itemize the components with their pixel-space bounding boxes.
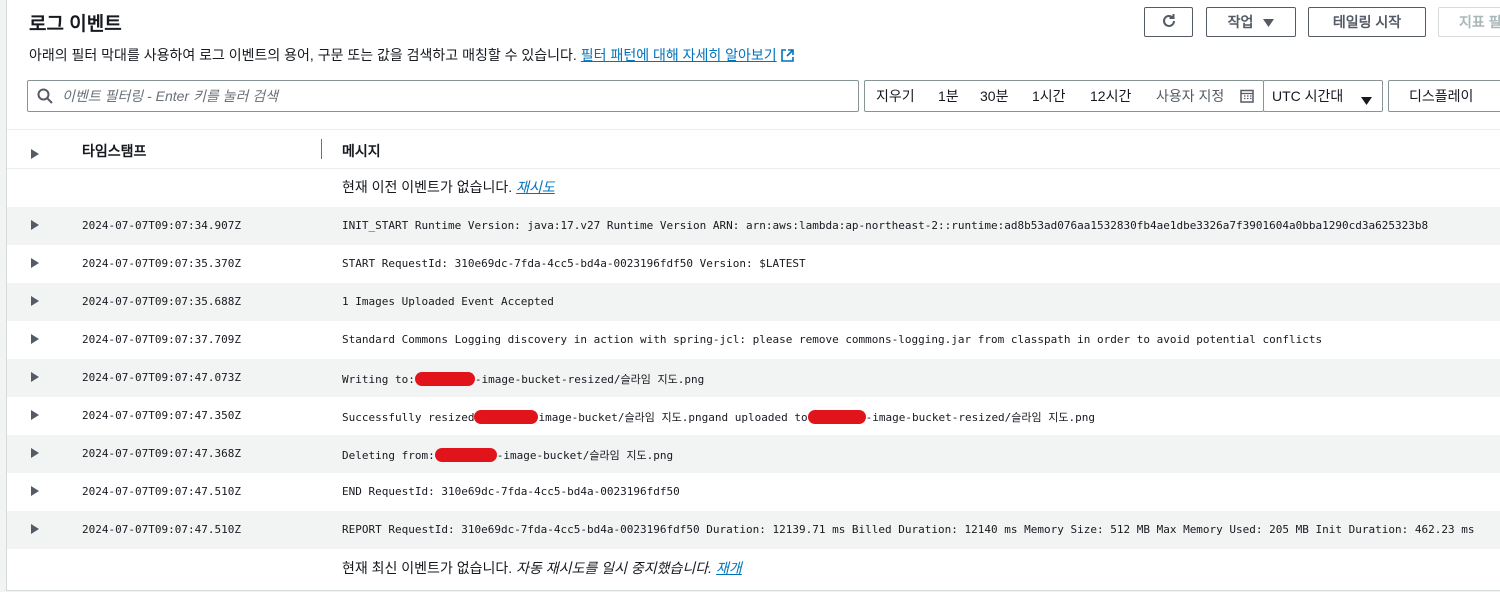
resume-link[interactable]: 재개 bbox=[716, 560, 742, 576]
no-older-events-notice: 현재 이전 이벤트가 없습니다. 재시도 bbox=[342, 177, 555, 197]
row-timestamp: 2024-07-07T09:07:37.709Z bbox=[82, 333, 241, 346]
caret-down-icon bbox=[1263, 14, 1275, 30]
message-part: -image-bucket/슬라임 지도.png bbox=[496, 449, 674, 462]
display-label: 디스플레이 bbox=[1409, 88, 1474, 104]
custom-range-button[interactable]: 사용자 지정 bbox=[1156, 86, 1224, 106]
expand-all-icon[interactable] bbox=[31, 146, 39, 164]
table-header: 타임스탬프 메시지 bbox=[7, 130, 1500, 169]
expand-row-icon[interactable] bbox=[31, 407, 39, 425]
table-row[interactable]: 2024-07-07T09:07:37.709Z Standard Common… bbox=[7, 321, 1500, 359]
row-message: START RequestId: 310e69dc-7fda-4cc5-bd4a… bbox=[342, 257, 806, 270]
table-row[interactable]: 2024-07-07T09:07:47.510Z REPORT RequestI… bbox=[7, 511, 1500, 549]
table-row[interactable]: 2024-07-07T09:07:47.073Z Writing to: -ima… bbox=[7, 359, 1500, 397]
timezone-value: UTC 시간대 bbox=[1272, 88, 1344, 104]
row-message: END RequestId: 310e69dc-7fda-4cc5-bd4a-0… bbox=[342, 485, 680, 498]
row-timestamp: 2024-07-07T09:07:35.688Z bbox=[82, 295, 241, 308]
expand-row-icon[interactable] bbox=[31, 483, 39, 501]
expand-row-icon[interactable] bbox=[31, 369, 39, 387]
message-part: -image-bucket-resized/슬라임 지도.png bbox=[474, 373, 705, 386]
redaction-mark bbox=[807, 410, 866, 424]
message-part: Writing to: bbox=[342, 373, 415, 386]
expand-row-icon[interactable] bbox=[31, 445, 39, 463]
message-part: Deleting from: bbox=[342, 449, 435, 462]
row-message: Deleting from: -image-bucket/슬라임 지도.png bbox=[342, 447, 673, 463]
expand-row-icon[interactable] bbox=[31, 331, 39, 349]
description-text: 아래의 필터 막대를 사용하여 로그 이벤트의 용어, 구문 또는 값을 검색하… bbox=[29, 47, 577, 63]
message-part: Successfully resized bbox=[342, 411, 475, 424]
table-row[interactable]: 2024-07-07T09:07:34.907Z INIT_START Runt… bbox=[7, 207, 1500, 245]
create-metric-filter-button[interactable]: 지표 필 bbox=[1438, 7, 1500, 37]
row-timestamp: 2024-07-07T09:07:35.370Z bbox=[82, 257, 241, 270]
row-message: Successfully resized image-bucket/슬라임 지도.… bbox=[342, 409, 1095, 425]
table-row[interactable]: 2024-07-07T09:07:47.368Z Deleting from: -… bbox=[7, 435, 1500, 473]
page-title: 로그 이벤트 bbox=[29, 14, 122, 35]
event-filter-input[interactable] bbox=[60, 87, 858, 105]
range-option-1m[interactable]: 1분 bbox=[938, 86, 959, 106]
table-row[interactable]: 2024-07-07T09:07:47.510Z END RequestId: … bbox=[7, 473, 1500, 511]
row-timestamp: 2024-07-07T09:07:47.350Z bbox=[82, 409, 241, 422]
expand-row-icon[interactable] bbox=[31, 255, 39, 273]
event-filter-search[interactable] bbox=[27, 80, 859, 112]
range-option-30m[interactable]: 30분 bbox=[980, 86, 1008, 106]
expand-row-icon[interactable] bbox=[31, 217, 39, 235]
expand-row-icon[interactable] bbox=[31, 521, 39, 539]
row-message: 1 Images Uploaded Event Accepted bbox=[342, 295, 554, 308]
external-link-icon bbox=[780, 49, 794, 65]
actions-label: 작업 bbox=[1227, 14, 1254, 30]
display-dropdown[interactable]: 디스플레이 bbox=[1388, 80, 1500, 112]
clear-range-button[interactable]: 지우기 bbox=[876, 86, 915, 106]
row-timestamp: 2024-07-07T09:07:47.510Z bbox=[82, 485, 241, 498]
time-range-selector: 지우기 1분 30분 1시간 12시간 사용자 지정 bbox=[864, 80, 1264, 112]
row-message: Standard Commons Logging discovery in ac… bbox=[342, 333, 1323, 346]
expand-row-icon[interactable] bbox=[31, 293, 39, 311]
calendar-icon[interactable] bbox=[1240, 89, 1254, 106]
message-part: -image-bucket-resized/슬라임 지도.png bbox=[865, 411, 1096, 424]
auto-retry-paused-text: 자동 재시도를 일시 중지했습니다. bbox=[516, 560, 713, 576]
actions-dropdown[interactable]: 작업 bbox=[1206, 7, 1296, 37]
redaction-mark bbox=[474, 410, 539, 424]
redaction-mark bbox=[414, 372, 475, 386]
row-timestamp: 2024-07-07T09:07:47.510Z bbox=[82, 523, 241, 536]
start-tailing-button[interactable]: 테일링 시작 bbox=[1308, 7, 1426, 37]
no-newer-events-notice: 현재 최신 이벤트가 없습니다. 자동 재시도를 일시 중지했습니다. 재개 bbox=[342, 558, 742, 578]
column-header-timestamp[interactable]: 타임스탬프 bbox=[82, 141, 146, 161]
caret-down-icon bbox=[1361, 92, 1372, 108]
timezone-select[interactable]: UTC 시간대 bbox=[1263, 80, 1383, 112]
range-option-1h[interactable]: 1시간 bbox=[1032, 86, 1066, 106]
search-icon bbox=[37, 88, 53, 104]
message-part: image-bucket/슬라임 지도.pngand uploaded to bbox=[538, 411, 808, 424]
range-option-12h[interactable]: 12시간 bbox=[1090, 86, 1131, 106]
row-message: INIT_START Runtime Version: java:17.v27 … bbox=[342, 219, 1429, 232]
table-row[interactable]: 2024-07-07T09:07:47.350Z Successfully re… bbox=[7, 397, 1500, 435]
learn-more-link[interactable]: 필터 패턴에 대해 자세히 알아보기 bbox=[581, 47, 777, 63]
redaction-mark bbox=[434, 448, 497, 462]
column-header-message[interactable]: 메시지 bbox=[342, 141, 381, 161]
no-newer-events-text: 현재 최신 이벤트가 없습니다. bbox=[342, 560, 513, 576]
table-row[interactable]: 2024-07-07T09:07:35.370Z START RequestId… bbox=[7, 245, 1500, 283]
no-older-events-text: 현재 이전 이벤트가 없습니다. bbox=[342, 179, 513, 195]
refresh-icon bbox=[1161, 13, 1177, 32]
row-timestamp: 2024-07-07T09:07:34.907Z bbox=[82, 219, 241, 232]
column-resizer[interactable] bbox=[321, 139, 322, 159]
retry-link[interactable]: 재시도 bbox=[516, 179, 555, 195]
row-message: Writing to: -image-bucket-resized/슬라임 지도.… bbox=[342, 371, 704, 387]
row-timestamp: 2024-07-07T09:07:47.368Z bbox=[82, 447, 241, 460]
page-description: 아래의 필터 막대를 사용하여 로그 이벤트의 용어, 구문 또는 값을 검색하… bbox=[29, 45, 794, 65]
row-timestamp: 2024-07-07T09:07:47.073Z bbox=[82, 371, 241, 384]
log-events-panel: 로그 이벤트 아래의 필터 막대를 사용하여 로그 이벤트의 용어, 구문 또는… bbox=[6, 0, 1500, 591]
refresh-button[interactable] bbox=[1144, 7, 1193, 37]
table-row[interactable]: 2024-07-07T09:07:35.688Z 1 Images Upload… bbox=[7, 283, 1500, 321]
row-message: REPORT RequestId: 310e69dc-7fda-4cc5-bd4… bbox=[342, 523, 1475, 536]
